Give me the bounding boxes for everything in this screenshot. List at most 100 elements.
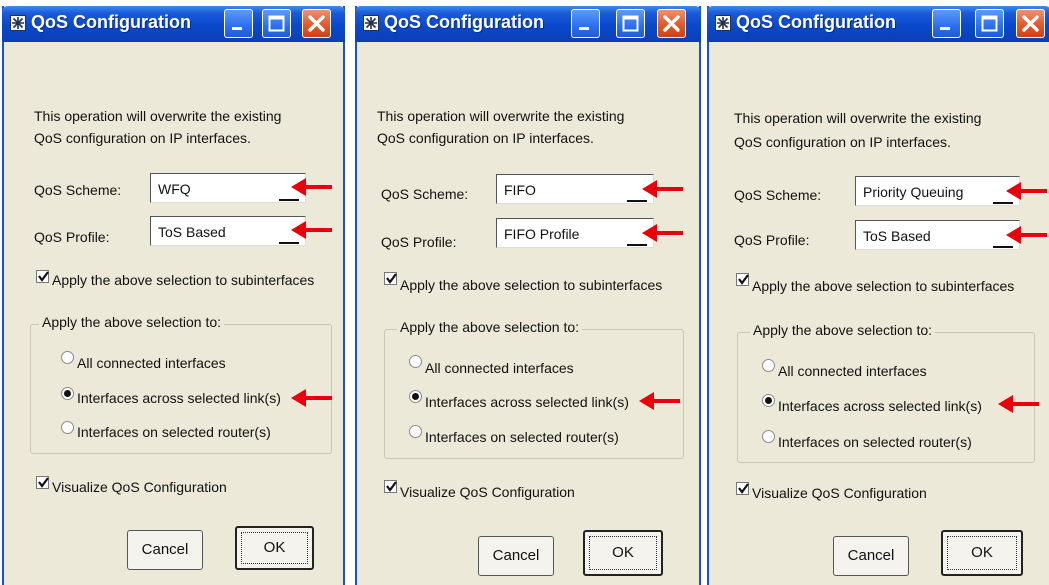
radio-selected-routers[interactable] bbox=[61, 421, 74, 434]
title-bar[interactable]: QoS Configuration bbox=[2, 6, 345, 42]
qos-scheme-label: QoS Scheme: bbox=[381, 186, 469, 202]
apply-to-group: Apply the above selection to: All connec… bbox=[737, 322, 1035, 463]
annotation-arrow-icon bbox=[290, 387, 334, 409]
dialog-body: This operation will overwrite the existi… bbox=[357, 42, 699, 585]
qos-scheme-select[interactable]: Priority Queuing bbox=[855, 176, 1020, 206]
qos-profile-value: FIFO Profile bbox=[504, 226, 580, 242]
radio-all-connected-label[interactable]: All connected interfaces bbox=[77, 355, 226, 371]
radio-all-connected[interactable] bbox=[409, 355, 422, 368]
apply-to-group: Apply the above selection to: All connec… bbox=[30, 314, 332, 454]
qos-profile-select[interactable]: ToS Based bbox=[150, 216, 306, 246]
visualize-checkbox[interactable] bbox=[736, 482, 749, 495]
qos-scheme-label: QoS Scheme: bbox=[734, 187, 822, 203]
radio-selected-links[interactable] bbox=[409, 390, 422, 403]
annotation-arrow-icon bbox=[290, 176, 334, 198]
cancel-button-label: Cancel bbox=[847, 547, 895, 564]
radio-selected-routers-label[interactable]: Interfaces on selected router(s) bbox=[778, 434, 972, 450]
intro-text-line1: This operation will overwrite the existi… bbox=[34, 108, 282, 124]
qos-profile-select[interactable]: ToS Based bbox=[855, 220, 1020, 250]
radio-selected-routers[interactable] bbox=[409, 425, 422, 438]
annotation-arrow-icon bbox=[638, 390, 682, 412]
radio-selected-routers-label[interactable]: Interfaces on selected router(s) bbox=[77, 424, 271, 440]
visualize-label[interactable]: Visualize QoS Configuration bbox=[400, 484, 575, 500]
maximize-button[interactable] bbox=[975, 9, 1004, 38]
window-title: QoS Configuration bbox=[31, 12, 191, 32]
dialog-body: This operation will overwrite the existi… bbox=[709, 42, 1049, 585]
radio-all-connected[interactable] bbox=[61, 351, 74, 364]
subinterfaces-checkbox[interactable] bbox=[36, 270, 49, 283]
subinterfaces-label[interactable]: Apply the above selection to subinterfac… bbox=[400, 277, 662, 293]
close-button[interactable] bbox=[1016, 9, 1045, 38]
annotation-arrow-icon bbox=[641, 178, 685, 200]
qos-scheme-value: Priority Queuing bbox=[863, 184, 964, 200]
focus-rect bbox=[241, 532, 308, 564]
title-bar[interactable]: QoS Configuration bbox=[707, 6, 1049, 42]
radio-selected-routers-label[interactable]: Interfaces on selected router(s) bbox=[425, 429, 619, 445]
subinterfaces-checkbox[interactable] bbox=[384, 272, 397, 285]
subinterfaces-label[interactable]: Apply the above selection to subinterfac… bbox=[52, 272, 314, 288]
apply-to-group-label: Apply the above selection to: bbox=[750, 322, 936, 338]
app-icon[interactable] bbox=[363, 15, 379, 31]
close-button[interactable] bbox=[657, 9, 686, 38]
qos-scheme-select[interactable]: WFQ bbox=[150, 173, 306, 203]
ok-button[interactable]: OK bbox=[235, 526, 314, 570]
cancel-button-label: Cancel bbox=[141, 541, 189, 558]
radio-selected-links-label[interactable]: Interfaces across selected link(s) bbox=[77, 390, 281, 406]
apply-to-group-label: Apply the above selection to: bbox=[39, 314, 225, 330]
apply-to-group-label: Apply the above selection to: bbox=[397, 319, 583, 335]
qos-dialog-fifo: QoS Configuration This operation will ov… bbox=[355, 6, 701, 585]
radio-all-connected-label[interactable]: All connected interfaces bbox=[778, 363, 927, 379]
app-icon[interactable] bbox=[10, 15, 26, 31]
app-icon[interactable] bbox=[715, 15, 731, 31]
qos-profile-select[interactable]: FIFO Profile bbox=[496, 218, 654, 248]
annotation-arrow-icon bbox=[290, 219, 334, 241]
visualize-checkbox[interactable] bbox=[36, 476, 49, 489]
radio-all-connected[interactable] bbox=[762, 359, 775, 372]
subinterfaces-label[interactable]: Apply the above selection to subinterfac… bbox=[752, 278, 1014, 294]
cancel-button-label: Cancel bbox=[492, 547, 540, 564]
qos-profile-label: QoS Profile: bbox=[34, 229, 110, 245]
annotation-arrow-icon bbox=[641, 222, 685, 244]
minimize-button[interactable] bbox=[224, 9, 253, 38]
ok-button[interactable]: OK bbox=[941, 530, 1023, 576]
maximize-button[interactable] bbox=[616, 9, 645, 38]
radio-selected-links-label[interactable]: Interfaces across selected link(s) bbox=[778, 398, 982, 414]
cancel-button[interactable]: Cancel bbox=[478, 536, 554, 576]
visualize-checkbox[interactable] bbox=[384, 480, 397, 493]
radio-selected-links-label[interactable]: Interfaces across selected link(s) bbox=[425, 394, 629, 410]
annotation-arrow-icon bbox=[997, 393, 1041, 415]
qos-scheme-value: FIFO bbox=[504, 182, 536, 198]
qos-scheme-value: WFQ bbox=[158, 181, 191, 197]
annotation-arrow-icon bbox=[1005, 224, 1049, 246]
qos-scheme-label: QoS Scheme: bbox=[34, 182, 122, 198]
radio-selected-links[interactable] bbox=[61, 387, 74, 400]
radio-selected-links[interactable] bbox=[762, 394, 775, 407]
visualize-label[interactable]: Visualize QoS Configuration bbox=[52, 479, 227, 495]
cancel-button[interactable]: Cancel bbox=[127, 530, 203, 570]
subinterfaces-checkbox[interactable] bbox=[736, 273, 749, 286]
intro-text-line1: This operation will overwrite the existi… bbox=[734, 110, 982, 126]
close-button[interactable] bbox=[302, 9, 331, 38]
qos-profile-value: ToS Based bbox=[863, 228, 931, 244]
minimize-button[interactable] bbox=[571, 9, 600, 38]
radio-selected-routers[interactable] bbox=[762, 430, 775, 443]
qos-dialog-wfq: QoS Configuration This operation will ov… bbox=[2, 6, 345, 585]
annotation-arrow-icon bbox=[1005, 180, 1049, 202]
ok-button[interactable]: OK bbox=[583, 530, 663, 576]
visualize-label[interactable]: Visualize QoS Configuration bbox=[752, 485, 927, 501]
intro-text-line2: QoS configuration on IP interfaces. bbox=[734, 134, 951, 150]
intro-text-line1: This operation will overwrite the existi… bbox=[377, 108, 625, 124]
radio-all-connected-label[interactable]: All connected interfaces bbox=[425, 360, 574, 376]
minimize-button[interactable] bbox=[932, 9, 961, 38]
intro-text-line2: QoS configuration on IP interfaces. bbox=[377, 130, 594, 146]
window-title: QoS Configuration bbox=[384, 12, 544, 32]
qos-profile-label: QoS Profile: bbox=[734, 232, 810, 248]
qos-profile-label: QoS Profile: bbox=[381, 234, 457, 250]
qos-dialog-priority: QoS Configuration This operation will ov… bbox=[707, 6, 1049, 585]
qos-profile-value: ToS Based bbox=[158, 224, 226, 240]
title-bar[interactable]: QoS Configuration bbox=[355, 6, 701, 42]
cancel-button[interactable]: Cancel bbox=[833, 536, 909, 576]
maximize-button[interactable] bbox=[262, 9, 291, 38]
qos-scheme-select[interactable]: FIFO bbox=[496, 174, 654, 204]
dialog-body: This operation will overwrite the existi… bbox=[4, 42, 343, 585]
